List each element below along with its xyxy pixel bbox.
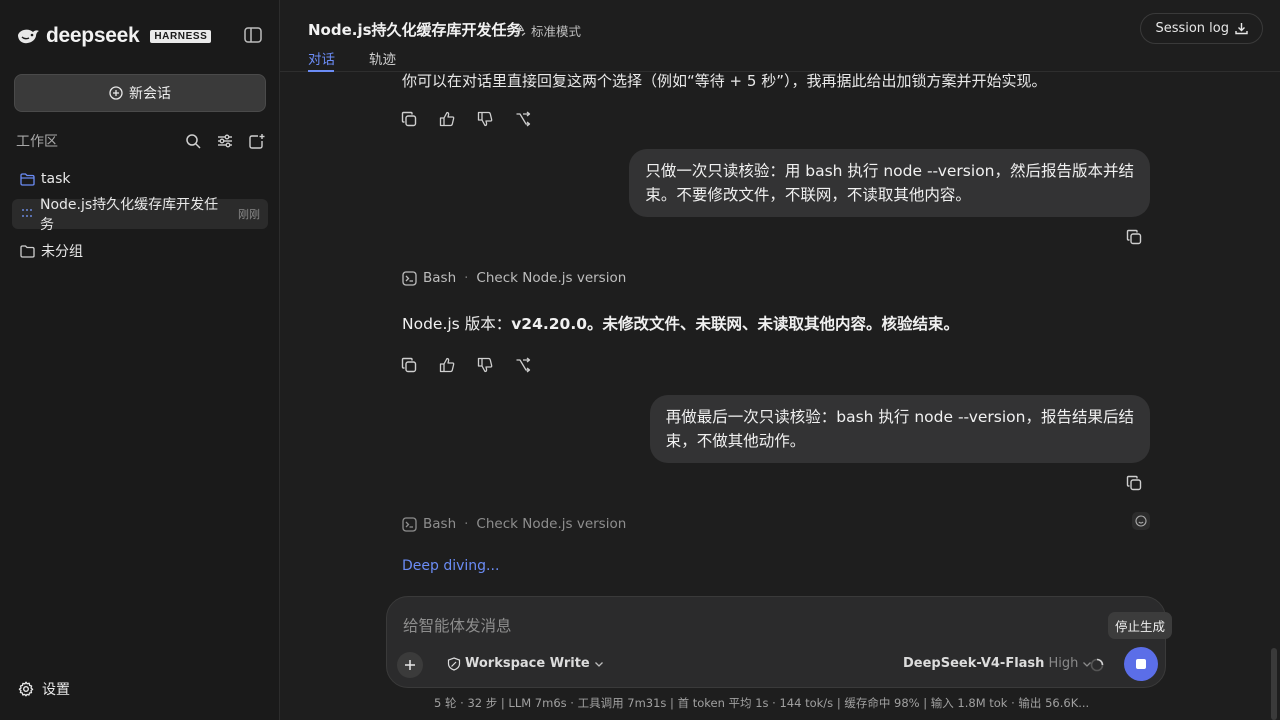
tool-description: Check Node.js version <box>476 270 627 286</box>
tool-call-row[interactable]: Bash · Check Node.js version <box>402 270 626 286</box>
workspace-header: 工作区 <box>16 131 266 151</box>
stop-tooltip: 停止生成 <box>1108 612 1173 639</box>
plus-icon <box>404 659 416 671</box>
separator-dot: · <box>464 270 469 286</box>
scrollbar[interactable] <box>1271 648 1277 720</box>
chevron-down-icon <box>594 659 604 669</box>
thumbs-up-icon[interactable] <box>438 356 456 374</box>
sidebar-item-current-session[interactable]: Node.js持久化缓存库开发任务 刚刚 <box>12 197 268 233</box>
smiley-icon[interactable] <box>1132 512 1150 530</box>
session-log-label: Session log <box>1155 21 1229 36</box>
status-bar: 5 轮 · 32 步 | LLM 7m6s · 工具调用 7m31s | 首 t… <box>434 696 1090 710</box>
sidebar-item-label: Node.js持久化缓存库开发任务 <box>40 197 219 233</box>
message-input[interactable]: 给智能体发消息 <box>403 614 512 636</box>
terminal-icon <box>402 270 417 286</box>
message-actions <box>400 110 532 128</box>
whale-icon <box>16 26 40 46</box>
stop-generation-button[interactable] <box>1124 647 1158 681</box>
recycle-icon <box>514 24 527 37</box>
plus-circle-icon <box>109 86 123 100</box>
terminal-icon <box>402 516 417 532</box>
new-chat-label: 新会话 <box>129 86 171 102</box>
conversation-area: 你可以在对话里直接回复这两个选择（例如“等待 + 5 秒”），我再据此给出加锁方… <box>280 72 1280 600</box>
settings-button[interactable]: 设置 <box>18 679 70 699</box>
model-select[interactable]: DeepSeek-V4-Flash High <box>903 656 1092 671</box>
drag-handle-icon <box>20 207 34 221</box>
separator-dot: · <box>464 516 469 532</box>
active-tab-indicator <box>308 70 334 72</box>
brand-logo: deepseek HARNESS <box>16 24 212 48</box>
new-folder-icon[interactable] <box>248 132 266 150</box>
user-message-line: 再做最后一次只读核验：bash 执行 node --version，报告结果后结 <box>665 408 1134 426</box>
new-chat-button[interactable]: 新会话 <box>14 74 266 112</box>
thumbs-up-icon[interactable] <box>438 110 456 128</box>
workspace-mode-label: Workspace Write <box>465 656 590 671</box>
sidebar-item-label: 未分组 <box>41 244 83 260</box>
user-message: 只做一次只读核验：用 bash 执行 node --version，然后报告版本… <box>629 149 1150 217</box>
brand-badge: HARNESS <box>150 29 212 43</box>
loading-spinner-icon <box>1090 658 1104 672</box>
user-message-line: 束，不做其他动作。 <box>665 432 806 450</box>
copy-icon[interactable] <box>1126 229 1144 247</box>
answer-version: v24.20.0 <box>511 315 588 333</box>
mode-indicator[interactable]: 标准模式 <box>514 21 581 40</box>
sidebar-item-time: 刚刚 <box>238 208 261 221</box>
user-message-line: 只做一次只读核验：用 bash 执行 node --version，然后报告版本… <box>645 162 1134 180</box>
branch-icon[interactable] <box>514 356 532 374</box>
sidebar: deepseek HARNESS 新会话 工作区 task Node.js持久化… <box>0 0 280 720</box>
thumbs-down-icon[interactable] <box>476 110 494 128</box>
tool-name: Bash <box>423 270 457 286</box>
tool-call-row[interactable]: Bash · Check Node.js version <box>402 516 626 532</box>
session-log-button[interactable]: Session log <box>1140 13 1263 44</box>
copy-icon[interactable] <box>400 110 418 128</box>
tool-name: Bash <box>423 516 457 532</box>
copy-icon[interactable] <box>1126 475 1144 493</box>
folder-icon <box>20 172 35 186</box>
message-actions <box>400 356 532 374</box>
settings-label: 设置 <box>42 682 70 698</box>
mode-label: 标准模式 <box>531 24 582 39</box>
answer-prefix: Node.js 版本： <box>402 315 512 333</box>
tool-description: Check Node.js version <box>476 516 627 532</box>
sidebar-item-label: task <box>41 171 71 187</box>
branch-icon[interactable] <box>514 110 532 128</box>
stop-icon <box>1136 659 1146 669</box>
workspace-label: 工作区 <box>16 134 58 150</box>
copy-icon[interactable] <box>400 356 418 374</box>
answer-suffix: 。未修改文件、未联网、未读取其他内容。核验结束。 <box>587 315 960 333</box>
shield-edit-icon <box>447 656 461 671</box>
page-title: Node.js持久化缓存库开发任务 <box>308 21 522 39</box>
thumbs-down-icon[interactable] <box>476 356 494 374</box>
folder-icon <box>20 244 35 258</box>
download-icon <box>1235 22 1248 35</box>
tab-conversation[interactable]: 对话 <box>308 48 335 68</box>
sidebar-toggle-icon[interactable] <box>244 27 264 45</box>
workspace-mode-select[interactable]: Workspace Write <box>447 656 604 671</box>
filter-sliders-icon[interactable] <box>216 132 234 150</box>
user-message: 再做最后一次只读核验：bash 执行 node --version，报告结果后结… <box>649 395 1150 463</box>
message-composer[interactable]: 给智能体发消息 Workspace Write DeepSeek-V4-Flas… <box>386 596 1166 688</box>
model-level: High <box>1048 656 1079 671</box>
app-window: deepseek HARNESS 新会话 工作区 task Node.js持久化… <box>0 0 1280 720</box>
sidebar-item-ungrouped[interactable]: 未分组 <box>12 236 268 266</box>
top-bar: Node.js持久化缓存库开发任务 标准模式 Session log 对话 轨迹 <box>280 0 1280 72</box>
user-message-line: 束。不要修改文件，不联网，不读取其他内容。 <box>645 186 971 204</box>
thinking-status: Deep diving... <box>402 558 500 574</box>
assistant-message-partial: 你可以在对话里直接回复这两个选择（例如“等待 + 5 秒”），我再据此给出加锁方… <box>402 72 1047 90</box>
search-icon[interactable] <box>184 132 202 150</box>
sidebar-item-task[interactable]: task <box>12 164 268 194</box>
model-name: DeepSeek-V4-Flash <box>903 656 1045 671</box>
assistant-answer: Node.js 版本：v24.20.0。未修改文件、未联网、未读取其他内容。核验… <box>402 312 959 334</box>
brand-name: deepseek <box>46 24 140 47</box>
attach-button[interactable] <box>397 652 423 678</box>
tab-trajectory[interactable]: 轨迹 <box>369 48 396 68</box>
gear-icon <box>18 681 34 697</box>
